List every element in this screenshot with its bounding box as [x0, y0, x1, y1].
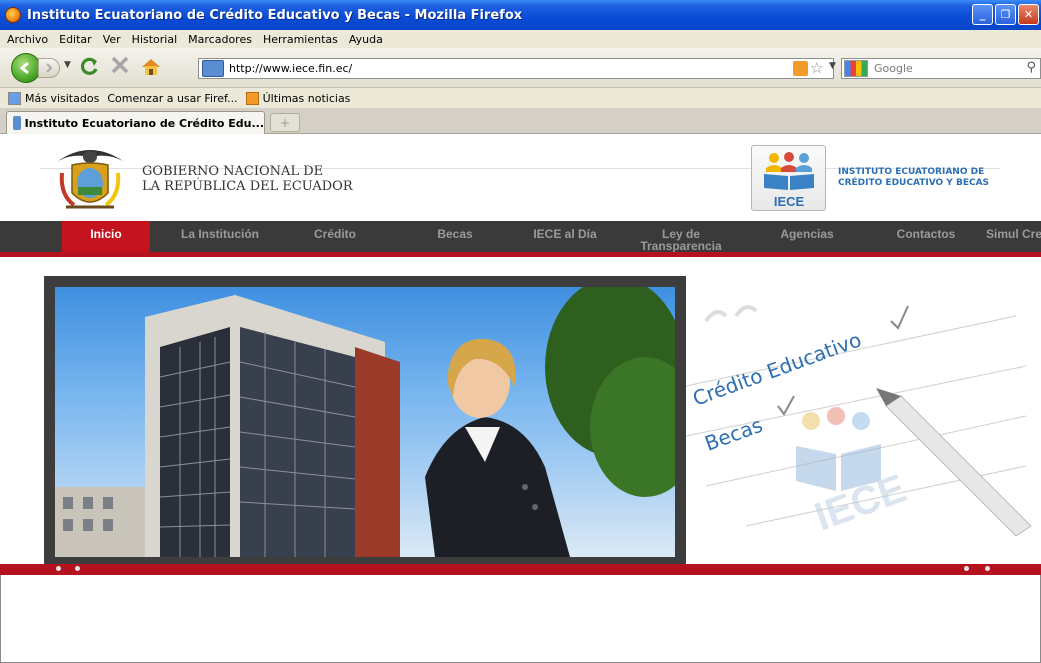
- gov-line-2: LA REPÚBLICA DEL ECUADOR: [142, 179, 353, 194]
- search-placeholder[interactable]: Google: [874, 62, 913, 75]
- menu-ayuda[interactable]: Ayuda: [349, 33, 383, 46]
- inst-line-2: CRÉDITO EDUCATIVO Y BECAS: [838, 178, 990, 188]
- slide-dot[interactable]: [56, 566, 61, 571]
- tab-favicon-icon: [13, 116, 21, 130]
- hero-slideshow[interactable]: [44, 276, 686, 567]
- search-icon[interactable]: ⚲: [1026, 60, 1036, 75]
- bookmark-ultimas-noticias[interactable]: Últimas noticias: [245, 91, 351, 105]
- institute-name: INSTITUTO ECUATORIANO DE CRÉDITO EDUCATI…: [838, 167, 989, 189]
- new-tab-button[interactable]: +: [270, 113, 300, 132]
- home-icon[interactable]: [140, 57, 162, 77]
- bookmark-label: Más visitados: [25, 91, 100, 105]
- bookmark-label: Comenzar a usar Firef...: [107, 91, 238, 105]
- minimize-button[interactable]: _: [972, 4, 993, 25]
- firefox-icon: [5, 7, 21, 23]
- url-bar[interactable]: http://www.iece.fin.ec/: [198, 58, 834, 79]
- back-arrow-icon: [19, 61, 29, 75]
- nav-simulador[interactable]: Simul Cre: [986, 221, 1041, 252]
- hero-image: [55, 287, 675, 557]
- nav-credito[interactable]: Crédito: [290, 221, 380, 252]
- web-page: GOBIERNO NACIONAL DE LA REPÚBLICA DEL EC…: [0, 135, 1041, 575]
- window-title: Instituto Ecuatoriano de Crédito Educati…: [27, 7, 523, 23]
- nav-accent-line: [0, 252, 1041, 257]
- site-favicon-icon: [202, 60, 224, 77]
- rss-feed-icon: [245, 91, 259, 105]
- search-engine-icon[interactable]: [844, 60, 868, 77]
- nav-la-institucion[interactable]: La Institución: [165, 221, 275, 252]
- reload-icon[interactable]: [78, 55, 100, 83]
- nav-agencias[interactable]: Agencias: [762, 221, 852, 252]
- iece-logo-text: IECE: [774, 194, 805, 209]
- menu-herramientas[interactable]: Herramientas: [263, 33, 338, 46]
- forward-button[interactable]: [38, 58, 60, 78]
- menu-historial[interactable]: Historial: [132, 33, 177, 46]
- menu-ver[interactable]: Ver: [103, 33, 121, 46]
- menu-editar[interactable]: Editar: [59, 33, 92, 46]
- window-titlebar: Instituto Ecuatoriano de Crédito Educati…: [0, 0, 1041, 30]
- bookmark-mas-visitados[interactable]: Más visitados: [8, 91, 100, 105]
- menu-bar: Archivo Editar Ver Historial Marcadores …: [0, 30, 1041, 48]
- footer-accent-bar: [0, 564, 1041, 575]
- ecuador-coat-of-arms-icon: [48, 143, 133, 219]
- history-dropdown-icon[interactable]: ▼: [64, 60, 71, 70]
- navigation-toolbar: ▼ http://www.iece.fin.ec/ ☆ ▼ Google ⚲: [0, 48, 1041, 88]
- menu-marcadores[interactable]: Marcadores: [188, 33, 252, 46]
- gov-line-1: GOBIERNO NACIONAL DE: [142, 164, 324, 179]
- nav-iece-al-dia[interactable]: IECE al Día: [515, 221, 615, 252]
- iece-logo[interactable]: IECE: [751, 145, 826, 211]
- folder-icon: [8, 91, 21, 105]
- slide-dot[interactable]: [75, 566, 80, 571]
- close-button[interactable]: ✕: [1018, 4, 1039, 25]
- url-text[interactable]: http://www.iece.fin.ec/: [229, 62, 352, 75]
- back-button[interactable]: [11, 53, 41, 83]
- url-dropdown-icon[interactable]: ▼: [829, 61, 836, 71]
- inst-line-1: INSTITUTO ECUATORIANO DE: [838, 167, 985, 177]
- slide-dot[interactable]: [985, 566, 990, 571]
- nav-ley-de-transparencia[interactable]: Ley de Transparencia: [626, 221, 736, 252]
- search-box[interactable]: Google ⚲: [841, 58, 1041, 79]
- stop-icon[interactable]: [109, 54, 131, 82]
- bookmark-star-icon[interactable]: ☆: [810, 59, 823, 77]
- bookmark-comenzar[interactable]: Comenzar a usar Firef...: [0, 91, 1041, 663]
- window-controls: _ ❐ ✕: [972, 4, 1039, 25]
- restore-button[interactable]: ❐: [995, 4, 1016, 25]
- side-text-credito: Crédito Educativo: [690, 327, 865, 410]
- side-text-becas: Becas: [702, 413, 766, 456]
- main-navigation: Inicio La Institución Crédito Becas IECE…: [0, 221, 1041, 257]
- government-title: GOBIERNO NACIONAL DE LA REPÚBLICA DEL EC…: [142, 164, 353, 194]
- nav-inicio[interactable]: Inicio: [62, 221, 150, 252]
- side-promo-image: Crédito Educativo Becas IECE: [686, 276, 1041, 567]
- bookmark-label: Últimas noticias: [262, 91, 351, 105]
- menu-archivo[interactable]: Archivo: [7, 33, 48, 46]
- forward-arrow-icon: [46, 63, 53, 73]
- slide-dot[interactable]: [964, 566, 969, 571]
- tab-strip: Instituto Ecuatoriano de Crédito Edu... …: [0, 108, 1041, 134]
- rss-icon[interactable]: [793, 61, 808, 76]
- bookmarks-bar: Más visitados Comenzar a usar Firef... Ú…: [0, 88, 1041, 663]
- nav-contactos[interactable]: Contactos: [876, 221, 976, 252]
- nav-becas[interactable]: Becas: [410, 221, 500, 252]
- tab-label: Instituto Ecuatoriano de Crédito Edu...: [24, 116, 264, 130]
- tab-iece[interactable]: Instituto Ecuatoriano de Crédito Edu...: [6, 111, 265, 134]
